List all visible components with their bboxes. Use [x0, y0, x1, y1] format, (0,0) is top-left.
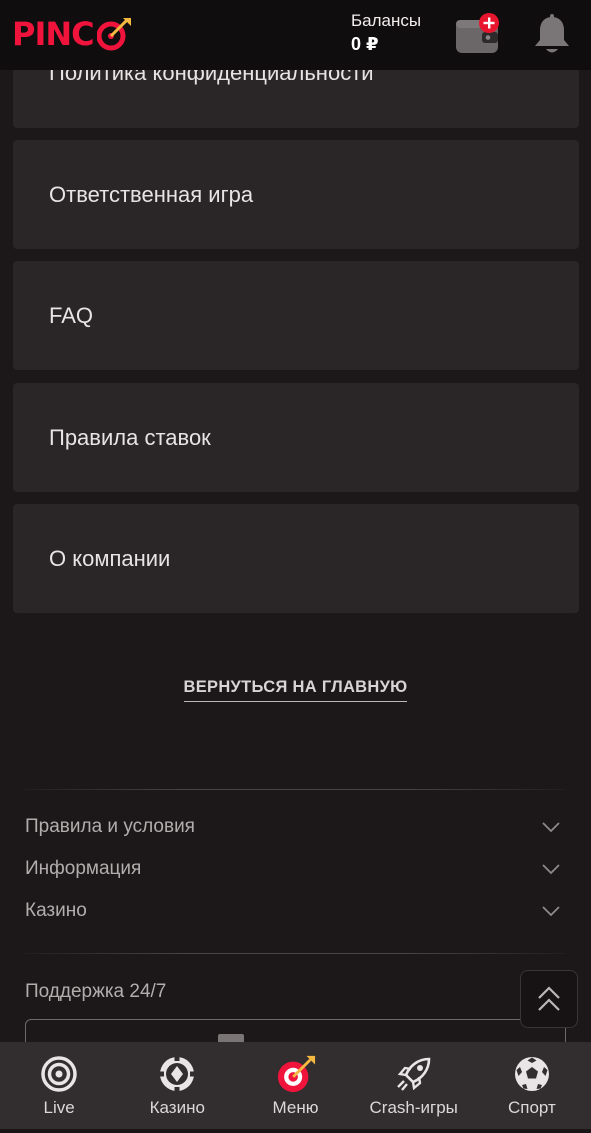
accordion-terms[interactable]: Правила и условия [25, 812, 566, 842]
accordion-label: Информация [25, 858, 142, 879]
live-icon [41, 1056, 77, 1092]
nav-label: Меню [272, 1098, 319, 1117]
back-to-home-link[interactable]: ВЕРНУТЬСЯ НА ГЛАВНУЮ [183, 678, 408, 702]
balance-value: 0 ₽ [351, 33, 379, 54]
footer-divider-top [25, 789, 566, 790]
balance-block[interactable]: Балансы 0 ₽ [351, 11, 421, 54]
accordion-casino[interactable]: Казино [25, 896, 566, 926]
menu-item-label: Правила ставок [49, 424, 211, 450]
footer-divider-bottom [25, 953, 566, 954]
rocket-icon [396, 1057, 431, 1091]
accordion-label: Правила и условия [25, 816, 195, 837]
chevron-down-icon [542, 864, 560, 875]
accordion-information[interactable]: Информация [25, 854, 566, 884]
menu-item-responsible-gaming[interactable]: Ответственная игра [13, 140, 579, 249]
nav-item-sport[interactable]: Спорт [473, 1042, 591, 1133]
nav-item-live[interactable]: Live [0, 1042, 118, 1133]
nav-bottom-strip [0, 1129, 591, 1133]
pinco-logo[interactable]: PINC [12, 14, 95, 54]
nav-label: Спорт [508, 1098, 556, 1117]
menu-item-about[interactable]: О компании [13, 504, 579, 613]
chevron-down-icon [542, 822, 560, 833]
wallet-plus-icon[interactable] [454, 12, 502, 56]
nav-item-casino[interactable]: Казино [118, 1042, 236, 1133]
chevron-down-icon [542, 906, 560, 917]
nav-item-crash-games[interactable]: Crash-игры [355, 1042, 473, 1133]
logo-target-icon [97, 18, 131, 51]
nav-item-menu[interactable]: Меню [236, 1042, 354, 1133]
nav-label: Live [43, 1098, 75, 1117]
soccer-ball-icon [514, 1057, 549, 1091]
logo-text: PINC [12, 15, 95, 53]
balance-label: Балансы [351, 11, 422, 30]
menu-item-betting-rules[interactable]: Правила ставок [13, 383, 579, 492]
top-header: PINC Балансы 0 ₽ [0, 0, 591, 70]
accordion-label: Казино [25, 900, 87, 921]
nav-label: Crash-игры [369, 1098, 458, 1117]
menu-item-label: О компании [49, 545, 171, 571]
casino-chip-icon [158, 1055, 197, 1093]
menu-item-label: FAQ [49, 302, 94, 328]
back-to-home: ВЕРНУТЬСЯ НА ГЛАВНУЮ [0, 678, 591, 702]
menu-item-label: Ответственная игра [49, 181, 254, 207]
target-dart-icon [277, 1055, 315, 1093]
scroll-to-top-button[interactable] [520, 970, 578, 1028]
double-chevron-up-icon [538, 986, 560, 1011]
bottom-navigation: Live Казино Меню Crash-игры Спорт [0, 1042, 591, 1133]
nav-label: Казино [149, 1098, 205, 1117]
support-title: Поддержка 24/7 [25, 981, 167, 1002]
bell-icon[interactable] [532, 14, 572, 56]
menu-item-faq[interactable]: FAQ [13, 261, 579, 370]
